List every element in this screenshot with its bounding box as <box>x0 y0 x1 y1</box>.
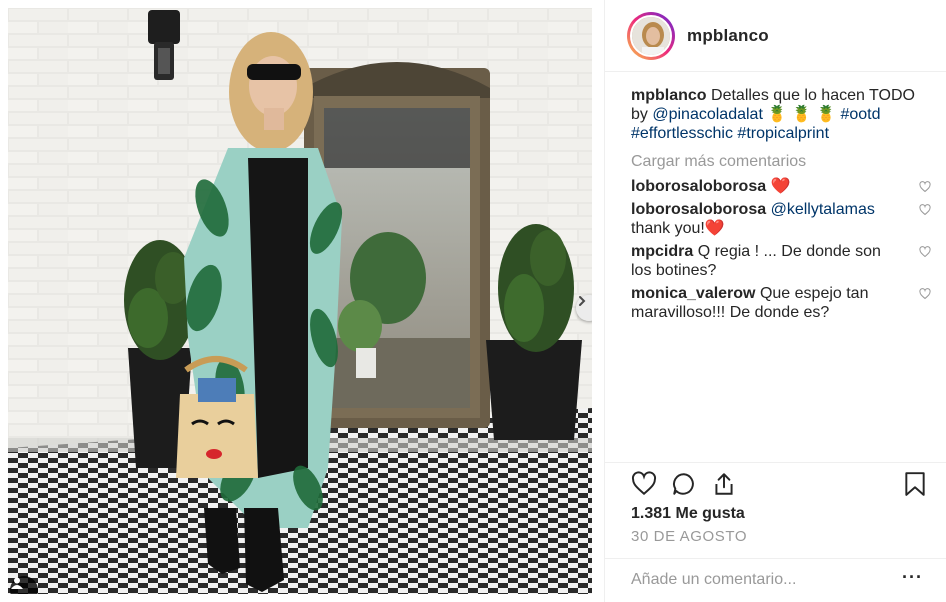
load-more-comments-button[interactable]: Cargar más comentarios <box>631 152 923 171</box>
heart-icon[interactable] <box>919 246 931 258</box>
heart-icon[interactable] <box>919 181 931 193</box>
heart-icon[interactable] <box>631 471 657 497</box>
comment-text: thank you! <box>631 220 705 237</box>
post-actions <box>605 462 946 506</box>
avatar-image <box>632 16 670 55</box>
caption-emoji: 🍍 🍍 🍍 <box>767 106 836 123</box>
add-comment-input[interactable] <box>631 567 881 593</box>
comment-username[interactable]: loborosaloborosa <box>631 201 766 218</box>
caption-mention[interactable]: @pinacoladalat <box>652 106 763 123</box>
post-header: mpblanco <box>605 0 946 72</box>
comment-item: mpcidra Q regia ! ... De donde son los b… <box>631 242 931 280</box>
add-comment-bar: ··· <box>605 558 946 602</box>
comment-mention[interactable]: @kellytalamas <box>771 201 875 218</box>
caption-username[interactable]: mpblanco <box>631 87 707 104</box>
comment-item: loborosaloborosa @kellytalamas thank you… <box>631 200 931 238</box>
likes-count[interactable]: 1.381 Me gusta <box>631 505 745 523</box>
comment-item: monica_valerow Que espejo tan maravillos… <box>631 284 931 322</box>
header-username[interactable]: mpblanco <box>687 26 769 46</box>
share-icon[interactable] <box>711 471 737 497</box>
avatar-ring[interactable] <box>627 11 675 60</box>
heart-icon[interactable] <box>919 204 931 216</box>
comment-username[interactable]: monica_valerow <box>631 285 756 302</box>
post-date[interactable]: 30 DE AGOSTO <box>631 528 747 545</box>
post-caption: mpblanco Detalles que lo hacen TODO by @… <box>631 86 923 143</box>
more-options-button[interactable]: ··· <box>902 567 923 588</box>
comment-username[interactable]: mpcidra <box>631 243 693 260</box>
post-photo[interactable] <box>8 8 592 594</box>
comment-username[interactable]: loborosaloborosa <box>631 178 766 195</box>
comments-list: mpblanco Detalles que lo hacen TODO by @… <box>631 86 931 326</box>
heart-icon[interactable] <box>919 288 931 300</box>
post-side-panel: mpblanco mpblanco Detalles que lo hacen … <box>604 0 946 602</box>
comment-item: loborosaloborosa ❤️ <box>631 177 931 196</box>
comment-emoji: ❤️ <box>770 178 791 195</box>
avatar[interactable] <box>630 14 672 57</box>
post-image <box>8 8 592 594</box>
bookmark-icon[interactable] <box>903 471 927 497</box>
user-tag-icon <box>11 577 23 589</box>
chevron-right-icon <box>579 296 586 306</box>
comment-icon[interactable] <box>671 471 697 497</box>
comment-emoji: ❤️ <box>704 220 725 237</box>
